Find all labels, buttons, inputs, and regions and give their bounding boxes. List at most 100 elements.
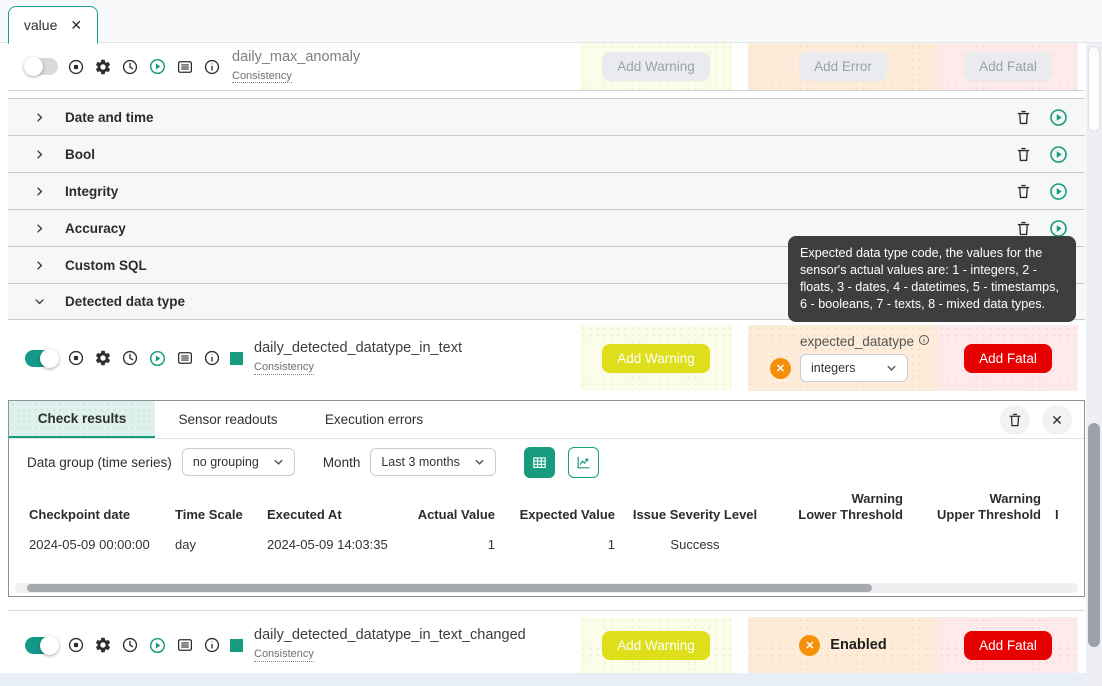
run-section-icon[interactable] xyxy=(1048,144,1069,165)
close-results-button[interactable]: ✕ xyxy=(1042,404,1072,435)
tab-sensor-readouts[interactable]: Sensor readouts xyxy=(155,401,301,438)
delete-trash-icon xyxy=(1009,413,1021,426)
col-actual-value: Actual Value xyxy=(417,506,495,522)
run-section-icon[interactable] xyxy=(1048,107,1069,128)
horizontal-scrollbar-thumb[interactable] xyxy=(27,584,872,592)
check-enable-toggle[interactable] xyxy=(25,348,59,368)
check-row-left: daily_detected_datatype_in_text Consiste… xyxy=(8,325,462,391)
vertical-scrollbar-thumb-top[interactable] xyxy=(1088,46,1100,132)
check-enable-toggle[interactable] xyxy=(24,57,58,76)
info-icon[interactable] xyxy=(203,58,221,76)
toggle-knob xyxy=(40,348,59,368)
results-list-icon[interactable] xyxy=(176,349,194,367)
check-status-square xyxy=(230,638,243,652)
tab-close-icon[interactable]: ✕ xyxy=(70,18,82,32)
delete-trash-icon[interactable] xyxy=(1014,145,1033,164)
add-warning-button[interactable]: Add Warning xyxy=(602,630,710,660)
cell-issue-severity: Success xyxy=(670,536,720,552)
data-group-label: Data group (time series) xyxy=(27,454,172,470)
chart-view-button[interactable] xyxy=(568,446,600,478)
param-info-icon[interactable] xyxy=(918,334,930,346)
record-icon[interactable] xyxy=(67,58,85,76)
section-title: Integrity xyxy=(65,183,119,199)
record-icon[interactable] xyxy=(67,349,85,367)
chevron-right-icon xyxy=(32,110,47,125)
delete-results-button[interactable] xyxy=(1000,404,1030,435)
horizontal-scrollbar[interactable] xyxy=(15,583,1078,593)
add-fatal-button[interactable]: Add Fatal xyxy=(964,630,1052,660)
col-warning-lower-threshold: Warning Lower Threshold xyxy=(798,491,903,522)
schedule-clock-icon[interactable] xyxy=(121,58,139,76)
param-label-row: expected_datatype xyxy=(800,334,930,349)
info-icon[interactable] xyxy=(203,349,221,367)
settings-gear-icon[interactable] xyxy=(94,58,112,76)
record-icon[interactable] xyxy=(67,636,85,654)
chevron-down-icon xyxy=(887,365,896,371)
tab-execution-errors[interactable]: Execution errors xyxy=(301,401,447,438)
check-enable-toggle[interactable] xyxy=(25,635,59,655)
check-category: Consistency xyxy=(232,69,292,84)
delete-trash-icon[interactable] xyxy=(1014,219,1033,238)
run-check-icon[interactable] xyxy=(148,636,167,655)
section-date-and-time[interactable]: Date and time xyxy=(8,98,1085,135)
data-group-value: no grouping xyxy=(192,455,259,469)
section-integrity[interactable]: Integrity xyxy=(8,172,1085,209)
results-table-row: 2024-05-09 00:00:00 day 2024-05-09 14:03… xyxy=(9,528,1084,560)
check-name-block: daily_detected_datatype_in_text_changed … xyxy=(254,627,526,662)
add-fatal-button[interactable]: Add Fatal xyxy=(964,343,1052,373)
vertical-scrollbar-thumb[interactable] xyxy=(1088,423,1100,647)
error-severity-section: ✕ Enabled xyxy=(748,617,938,673)
chevron-right-icon xyxy=(32,221,47,236)
check-category: Consistency xyxy=(254,648,314,662)
table-grid-icon xyxy=(533,456,547,468)
section-title: Bool xyxy=(65,146,95,162)
table-view-button[interactable] xyxy=(524,446,556,478)
results-table: Checkpoint date Time Scale Executed At A… xyxy=(9,491,1084,560)
results-list-icon[interactable] xyxy=(176,636,194,654)
close-icon: ✕ xyxy=(1051,411,1063,428)
section-title: Date and time xyxy=(65,109,154,125)
tab-value[interactable]: value ✕ xyxy=(8,6,98,44)
month-select[interactable]: Last 3 months xyxy=(370,448,497,476)
run-section-icon[interactable] xyxy=(1048,181,1069,202)
delete-trash-icon[interactable] xyxy=(1014,182,1033,201)
tab-value-label: value xyxy=(23,17,58,33)
data-group-select[interactable]: no grouping xyxy=(181,448,295,476)
settings-gear-icon[interactable] xyxy=(94,636,112,654)
month-value: Last 3 months xyxy=(381,455,460,469)
section-bool[interactable]: Bool xyxy=(8,135,1085,172)
run-check-icon[interactable] xyxy=(148,57,167,76)
col-executed-at: Executed At xyxy=(267,506,342,522)
warning-severity-section: Add Warning xyxy=(580,617,732,673)
schedule-clock-icon[interactable] xyxy=(121,349,139,367)
add-warning-button[interactable]: Add Warning xyxy=(602,52,710,81)
schedule-clock-icon[interactable] xyxy=(121,636,139,654)
cell-executed-at: 2024-05-09 14:03:35 xyxy=(267,536,388,552)
add-fatal-button[interactable]: Add Fatal xyxy=(964,52,1052,81)
delete-trash-icon[interactable] xyxy=(1014,108,1033,127)
tab-bar: value ✕ xyxy=(0,0,1102,44)
chevron-down-icon xyxy=(32,294,47,309)
check-name: daily_detected_datatype_in_text xyxy=(254,340,462,357)
check-category: Consistency xyxy=(254,361,314,375)
warning-severity-section: Add Warning xyxy=(580,43,732,90)
toggle-knob xyxy=(40,635,59,655)
fatal-severity-section: Add Fatal xyxy=(938,617,1078,673)
add-warning-button[interactable]: Add Warning xyxy=(602,343,710,373)
info-icon[interactable] xyxy=(203,636,221,654)
check-name: daily_detected_datatype_in_text_changed xyxy=(254,627,526,644)
results-list-icon[interactable] xyxy=(176,58,194,76)
settings-gear-icon[interactable] xyxy=(94,349,112,367)
run-check-icon[interactable] xyxy=(148,349,167,368)
expected-datatype-select[interactable]: integers xyxy=(800,354,908,382)
col-time-scale: Time Scale xyxy=(175,506,243,522)
disable-x-icon[interactable]: ✕ xyxy=(770,357,791,379)
add-error-button[interactable]: Add Error xyxy=(799,52,887,81)
param-controls: ✕ integers xyxy=(770,354,908,382)
disable-x-icon[interactable]: ✕ xyxy=(799,634,821,656)
tab-check-results[interactable]: Check results xyxy=(9,401,155,438)
warning-severity-section: Add Warning xyxy=(580,325,732,391)
vertical-scrollbar[interactable] xyxy=(1086,43,1102,686)
col-checkpoint-date: Checkpoint date xyxy=(29,506,131,522)
section-title: Accuracy xyxy=(65,220,126,236)
